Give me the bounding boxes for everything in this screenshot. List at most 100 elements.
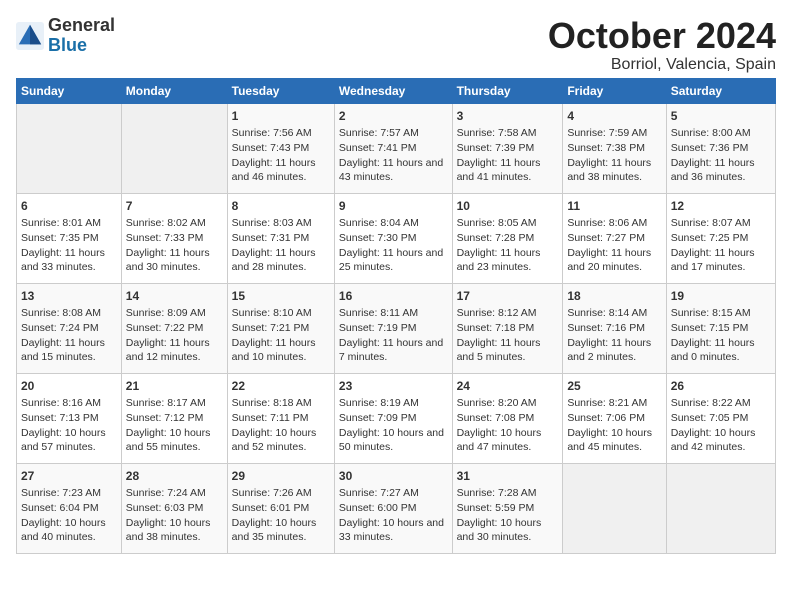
day-number: 6 <box>21 198 117 215</box>
day-number: 20 <box>21 378 117 395</box>
calendar-day-cell: 23Sunrise: 8:19 AMSunset: 7:09 PMDayligh… <box>334 373 452 463</box>
sunset-text: Sunset: 7:27 PM <box>567 232 645 244</box>
day-number: 10 <box>457 198 559 215</box>
sunset-text: Sunset: 7:18 PM <box>457 322 535 334</box>
sunrise-text: Sunrise: 8:08 AM <box>21 307 101 319</box>
sunset-text: Sunset: 7:19 PM <box>339 322 417 334</box>
daylight-text: Daylight: 10 hours and 33 minutes. <box>339 517 444 544</box>
calendar-week-row: 1Sunrise: 7:56 AMSunset: 7:43 PMDaylight… <box>17 103 776 193</box>
daylight-text: Daylight: 11 hours and 33 minutes. <box>21 247 105 274</box>
day-number: 25 <box>567 378 661 395</box>
calendar-day-cell <box>666 463 775 553</box>
sunrise-text: Sunrise: 8:22 AM <box>671 397 751 409</box>
daylight-text: Daylight: 11 hours and 30 minutes. <box>126 247 210 274</box>
weekday-header: Thursday <box>452 78 563 103</box>
logo-text: GeneralBlue <box>48 16 115 56</box>
calendar-day-cell: 4Sunrise: 7:59 AMSunset: 7:38 PMDaylight… <box>563 103 666 193</box>
calendar-day-cell: 5Sunrise: 8:00 AMSunset: 7:36 PMDaylight… <box>666 103 775 193</box>
sunset-text: Sunset: 7:33 PM <box>126 232 204 244</box>
day-number: 27 <box>21 468 117 485</box>
calendar-day-cell <box>121 103 227 193</box>
sunrise-text: Sunrise: 8:00 AM <box>671 127 751 139</box>
calendar-day-cell: 26Sunrise: 8:22 AMSunset: 7:05 PMDayligh… <box>666 373 775 463</box>
daylight-text: Daylight: 11 hours and 10 minutes. <box>232 337 316 364</box>
sunset-text: Sunset: 6:03 PM <box>126 502 204 514</box>
sunset-text: Sunset: 7:09 PM <box>339 412 417 424</box>
location-title: Borriol, Valencia, Spain <box>548 56 776 74</box>
day-number: 26 <box>671 378 771 395</box>
day-number: 31 <box>457 468 559 485</box>
day-number: 19 <box>671 288 771 305</box>
calendar-week-row: 13 Sunrise: 8:08 AM Sunset: 7:24 PM Dayligh… <box>17 283 776 373</box>
day-number: 4 <box>567 108 661 125</box>
day-number: 11 <box>567 198 661 215</box>
daylight-text: Daylight: 10 hours and 40 minutes. <box>21 517 106 544</box>
calendar-table: SundayMondayTuesdayWednesdayThursdayFrid… <box>16 78 776 554</box>
sunset-text: Sunset: 6:00 PM <box>339 502 417 514</box>
calendar-day-cell: 28Sunrise: 7:24 AMSunset: 6:03 PMDayligh… <box>121 463 227 553</box>
calendar-day-cell: 21Sunrise: 8:17 AMSunset: 7:12 PMDayligh… <box>121 373 227 463</box>
sunset-text: Sunset: 7:16 PM <box>567 322 645 334</box>
day-number: 15 <box>232 288 330 305</box>
calendar-day-cell: 7Sunrise: 8:02 AMSunset: 7:33 PMDaylight… <box>121 193 227 283</box>
calendar-week-row: 27Sunrise: 7:23 AMSunset: 6:04 PMDayligh… <box>17 463 776 553</box>
daylight-text: Daylight: 11 hours and 17 minutes. <box>671 247 755 274</box>
day-number: 13 <box>21 288 117 305</box>
day-number: 24 <box>457 378 559 395</box>
sunrise-text: Sunrise: 8:06 AM <box>567 217 647 229</box>
calendar-day-cell: 2Sunrise: 7:57 AMSunset: 7:41 PMDaylight… <box>334 103 452 193</box>
calendar-day-cell: 22Sunrise: 8:18 AMSunset: 7:11 PMDayligh… <box>227 373 334 463</box>
daylight-text: Daylight: 11 hours and 41 minutes. <box>457 157 541 184</box>
sunrise-text: Sunrise: 7:23 AM <box>21 487 101 499</box>
sunset-text: Sunset: 7:39 PM <box>457 142 535 154</box>
calendar-day-cell: 19Sunrise: 8:15 AMSunset: 7:15 PMDayligh… <box>666 283 775 373</box>
sunset-text: Sunset: 7:11 PM <box>232 412 309 424</box>
daylight-text: Daylight: 11 hours and 12 minutes. <box>126 337 210 364</box>
calendar-day-cell: 10Sunrise: 8:05 AMSunset: 7:28 PMDayligh… <box>452 193 563 283</box>
weekday-header: Friday <box>563 78 666 103</box>
daylight-text: Daylight: 11 hours and 28 minutes. <box>232 247 316 274</box>
sunset-text: Sunset: 7:15 PM <box>671 322 749 334</box>
day-number: 30 <box>339 468 448 485</box>
sunrise-text: Sunrise: 7:28 AM <box>457 487 537 499</box>
sunset-text: Sunset: 7:36 PM <box>671 142 749 154</box>
calendar-day-cell: 9Sunrise: 8:04 AMSunset: 7:30 PMDaylight… <box>334 193 452 283</box>
calendar-day-cell: 31Sunrise: 7:28 AMSunset: 5:59 PMDayligh… <box>452 463 563 553</box>
calendar-week-row: 6Sunrise: 8:01 AMSunset: 7:35 PMDaylight… <box>17 193 776 283</box>
sunrise-text: Sunrise: 8:01 AM <box>21 217 101 229</box>
sunrise-text: Sunrise: 8:09 AM <box>126 307 206 319</box>
sunset-text: Sunset: 7:12 PM <box>126 412 204 424</box>
sunrise-text: Sunrise: 8:03 AM <box>232 217 312 229</box>
sunrise-text: Sunrise: 8:15 AM <box>671 307 751 319</box>
sunrise-text: Sunrise: 8:10 AM <box>232 307 312 319</box>
daylight-text: Daylight: 11 hours and 36 minutes. <box>671 157 755 184</box>
sunrise-text: Sunrise: 8:02 AM <box>126 217 206 229</box>
sunrise-text: Sunrise: 8:12 AM <box>457 307 537 319</box>
sunrise-text: Sunrise: 7:57 AM <box>339 127 419 139</box>
sunrise-text: Sunrise: 7:59 AM <box>567 127 647 139</box>
daylight-text: Daylight: 11 hours and 23 minutes. <box>457 247 541 274</box>
sunrise-text: Sunrise: 8:11 AM <box>339 307 418 319</box>
month-title: October 2024 <box>548 16 776 56</box>
daylight-text: Daylight: 10 hours and 57 minutes. <box>21 427 106 454</box>
calendar-day-cell <box>563 463 666 553</box>
calendar-day-cell: 6Sunrise: 8:01 AMSunset: 7:35 PMDaylight… <box>17 193 122 283</box>
daylight-text: Daylight: 11 hours and 15 minutes. <box>21 337 105 364</box>
day-number: 12 <box>671 198 771 215</box>
calendar-day-cell: 11Sunrise: 8:06 AMSunset: 7:27 PMDayligh… <box>563 193 666 283</box>
sunset-text: Sunset: 7:21 PM <box>232 322 310 334</box>
sunrise-text: Sunrise: 8:21 AM <box>567 397 647 409</box>
sunset-text: Sunset: 7:28 PM <box>457 232 535 244</box>
daylight-text: Daylight: 11 hours and 25 minutes. <box>339 247 443 274</box>
sunset-text: Sunset: 7:25 PM <box>671 232 749 244</box>
calendar-day-cell: 29Sunrise: 7:26 AMSunset: 6:01 PMDayligh… <box>227 463 334 553</box>
sunset-text: Sunset: 7:08 PM <box>457 412 535 424</box>
daylight-text: Daylight: 10 hours and 35 minutes. <box>232 517 317 544</box>
page-header: GeneralBlue October 2024 Borriol, Valenc… <box>16 16 776 74</box>
sunrise-text: Sunrise: 7:24 AM <box>126 487 206 499</box>
logo: GeneralBlue <box>16 16 115 56</box>
sunrise-text: Sunrise: 8:18 AM <box>232 397 312 409</box>
daylight-text: Daylight: 10 hours and 30 minutes. <box>457 517 542 544</box>
sunset-text: Sunset: 7:24 PM <box>21 322 99 334</box>
sunrise-text: Sunrise: 8:20 AM <box>457 397 537 409</box>
